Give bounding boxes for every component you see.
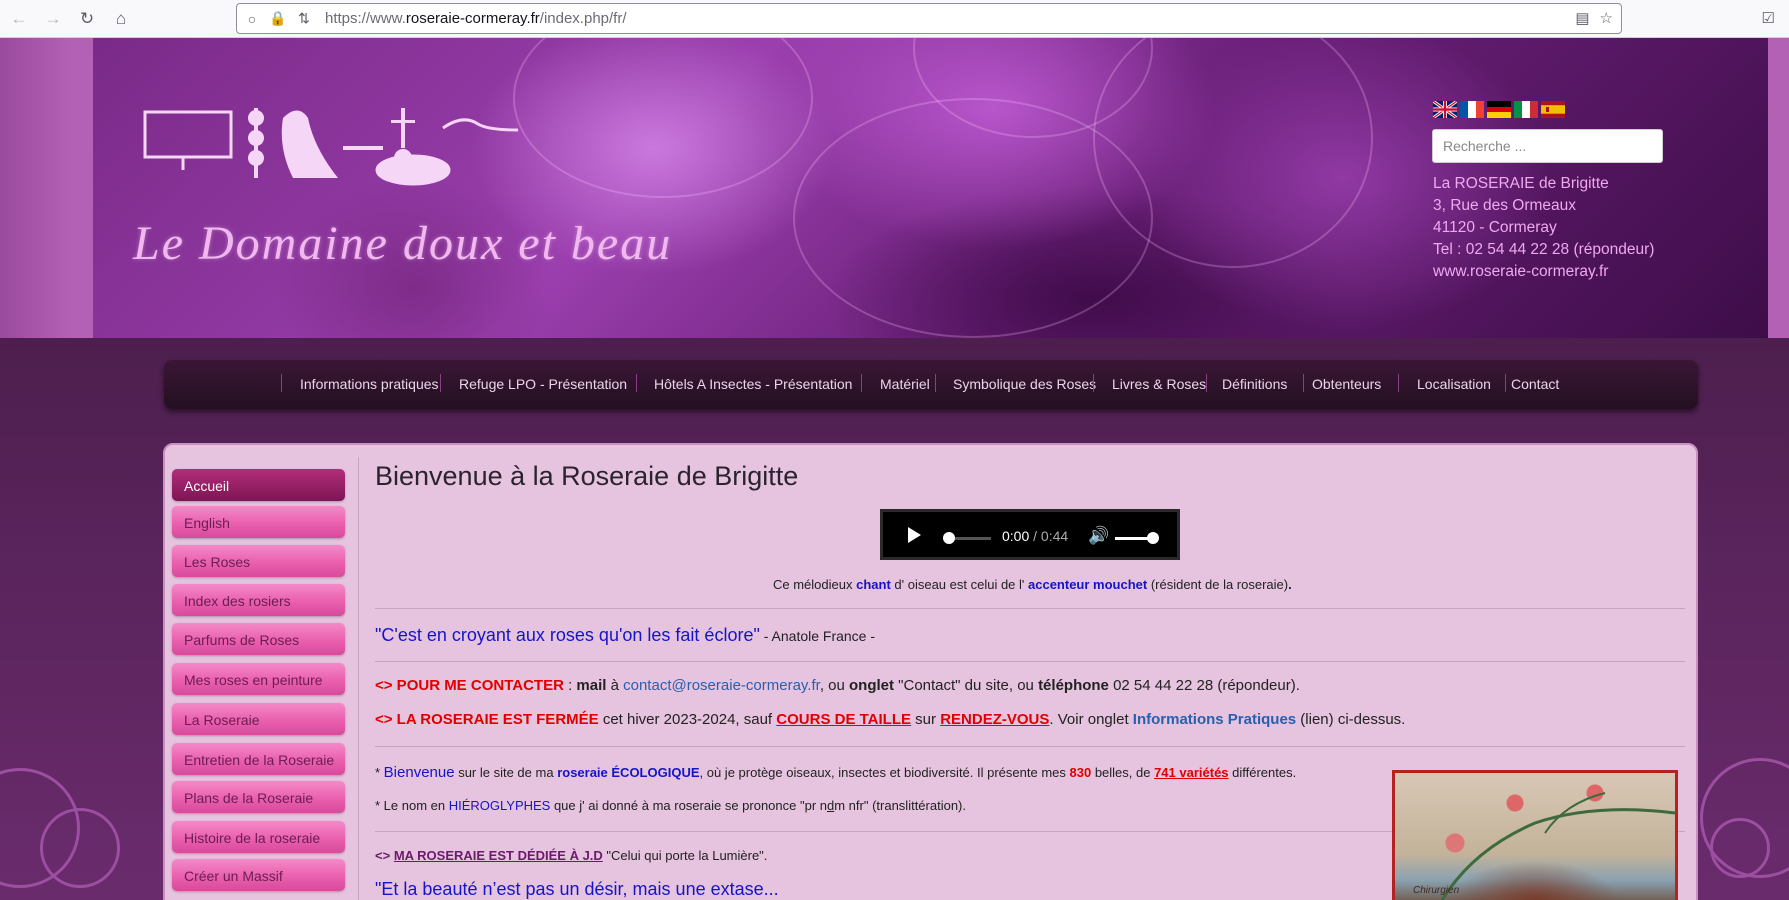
audio-player[interactable]: 0:00 / 0:44 🔊 [880, 509, 1180, 560]
welcome-line: * Bienvenue sur le site de ma roseraie É… [375, 764, 1297, 781]
sidebar-divider [358, 457, 359, 900]
address-website: www.roseraie-cormeray.fr [1433, 263, 1609, 280]
menu-item-symbolique[interactable]: Symbolique des Roses [953, 376, 1096, 392]
flag-spain-icon[interactable] [1541, 101, 1565, 118]
language-flags [1433, 101, 1565, 118]
browser-toolbar: ← → ↻ ⌂ ○ 🔒 ⇅ https://www.roseraie-corme… [0, 0, 1789, 38]
search-input[interactable]: Recherche ... [1432, 129, 1663, 163]
varietes-link[interactable]: 741 variétés [1154, 765, 1228, 780]
address-line: 41120 - Cormeray [1433, 219, 1557, 236]
menu-item-contact[interactable]: Contact [1511, 376, 1559, 392]
menu-item-obtenteurs[interactable]: Obtenteurs [1312, 376, 1381, 392]
forward-arrow-icon[interactable]: → [38, 4, 68, 34]
volume-icon[interactable]: 🔊 [1088, 526, 1109, 546]
bird-song-caption: Ce mélodieux chant d' oiseau est celui d… [773, 577, 1292, 592]
reader-view-icon[interactable]: ▤ [1575, 9, 1589, 27]
address-block: La ROSERAIE de Brigitte 3, Rue des Ormea… [1433, 173, 1654, 283]
main-menu: Informations pratiques Refuge LPO - Prés… [164, 360, 1698, 409]
bookmark-star-icon[interactable]: ☆ [1600, 9, 1613, 27]
rendez-vous-link[interactable]: RENDEZ-VOUS [940, 711, 1049, 728]
email-link[interactable]: contact@roseraie-cormeray.fr [623, 677, 820, 694]
back-arrow-icon[interactable]: ← [4, 4, 34, 34]
sidebar-item-english[interactable]: English [172, 506, 345, 538]
play-icon[interactable] [908, 527, 921, 543]
hieroglyphs-logo-icon [143, 108, 519, 186]
menu-item-refuge-lpo[interactable]: Refuge LPO - Présentation [459, 376, 627, 392]
separator [375, 661, 1685, 662]
sidebar-item-creer-massif[interactable]: Créer un Massif [172, 859, 345, 891]
hieroglyph-name-line: * Le nom en HIÉROGLYPHES que j' ai donné… [375, 798, 966, 813]
address-line: 3, Rue des Ormeaux [1433, 197, 1577, 214]
sidebar-item-les-roses[interactable]: Les Roses [172, 545, 345, 577]
reload-icon[interactable]: ↻ [72, 4, 102, 34]
home-icon[interactable]: ⌂ [106, 4, 136, 34]
painting-branches [1440, 792, 1675, 900]
volume-handle[interactable] [1147, 532, 1159, 544]
closed-notice: <> LA ROSERAIE EST FERMÉE cet hiver 2023… [375, 711, 1406, 728]
flag-uk-icon[interactable] [1433, 101, 1457, 118]
sidebar-item-la-roseraie[interactable]: La Roseraie [172, 703, 345, 735]
address-bar[interactable]: ○ 🔒 ⇅ https://www.roseraie-cormeray.fr/i… [236, 3, 1622, 34]
flag-italy-icon[interactable] [1514, 101, 1538, 118]
sidebar-item-histoire[interactable]: Histoire de la roseraie [172, 821, 345, 853]
sidebar-item-index-rosiers[interactable]: Index des rosiers [172, 584, 345, 616]
url-text: https://www.roseraie-cormeray.fr/index.p… [325, 10, 627, 27]
menu-item-hotels-insectes[interactable]: Hôtels A Insectes - Présentation [654, 376, 852, 392]
cours-taille-link[interactable]: COURS DE TAILLE [776, 711, 911, 728]
menu-item-localisation[interactable]: Localisation [1417, 376, 1491, 392]
sidebar-item-parfums[interactable]: Parfums de Roses [172, 623, 345, 655]
sidebar-item-entretien[interactable]: Entretien de la Roseraie [172, 743, 345, 775]
menu-item-informations-pratiques[interactable]: Informations pratiques [300, 376, 439, 392]
flag-germany-icon[interactable] [1487, 101, 1511, 118]
pocket-icon[interactable]: ☑ [1762, 9, 1775, 27]
flag-france-icon[interactable] [1460, 101, 1484, 118]
painting-caption: Chirurgien [1413, 885, 1460, 896]
quote-beaute: "Et la beauté n’est pas un désir, mais u… [375, 879, 779, 899]
separator [375, 608, 1685, 609]
sidebar-item-accueil[interactable]: Accueil [172, 469, 345, 501]
address-phone: Tel : 02 54 44 22 28 (répondeur) [1433, 241, 1655, 258]
menu-item-livres-roses[interactable]: Livres & Roses [1112, 376, 1206, 392]
lock-icon[interactable]: 🔒 [267, 10, 289, 27]
dedication-line: <> MA ROSERAIE EST DÉDIÉE À J.D "Celui q… [375, 848, 768, 863]
page-title: Bienvenue à la Roseraie de Brigitte [375, 461, 799, 491]
sidebar-item-peinture[interactable]: Mes roses en peinture [172, 663, 345, 695]
contact-line: <> POUR ME CONTACTER : mail à contact@ro… [375, 677, 1300, 694]
dedication-link[interactable]: MA ROSERAIE EST DÉDIÉE À J.D [394, 848, 603, 863]
seek-bar[interactable] [953, 537, 991, 540]
sidebar-item-plans[interactable]: Plans de la Roseraie [172, 781, 345, 813]
permissions-icon[interactable]: ⇅ [293, 10, 315, 27]
site-logo-text[interactable]: Le Domaine doux et beau [133, 216, 672, 271]
seek-handle[interactable] [943, 532, 955, 544]
shield-icon[interactable]: ○ [241, 11, 263, 27]
menu-item-definitions[interactable]: Définitions [1222, 376, 1287, 392]
quote-anatole-france: "C'est en croyant aux roses qu'on les fa… [375, 625, 876, 645]
informations-pratiques-link[interactable]: Informations Pratiques [1133, 711, 1296, 728]
address-line: La ROSERAIE de Brigitte [1433, 175, 1609, 192]
separator [375, 746, 1685, 747]
rose-painting-image[interactable]: Chirurgien [1392, 770, 1678, 900]
player-time: 0:00 / 0:44 [1002, 528, 1069, 544]
menu-item-materiel[interactable]: Matériel [880, 376, 930, 392]
